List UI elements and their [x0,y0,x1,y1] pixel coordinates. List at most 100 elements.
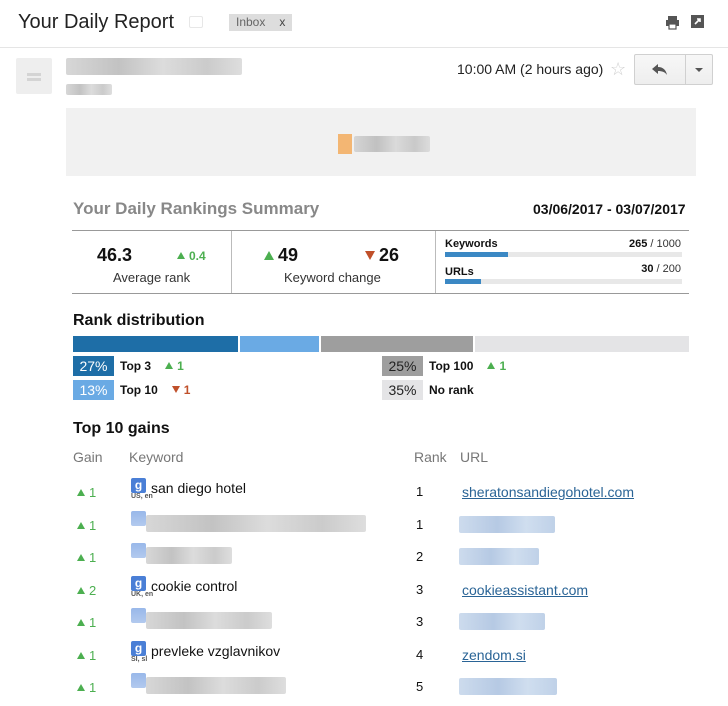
gain-value: 2 [77,583,96,598]
rank-column-header: Rank [414,449,447,465]
distribution-segment-top3 [73,336,238,352]
distribution-item-top3: 27% Top 3 1 [73,356,184,376]
distribution-delta: 1 [165,359,184,373]
inbox-label[interactable]: Inbox x [229,14,293,31]
down-arrow-icon [365,251,375,260]
keyword-up-value: 49 [278,245,299,265]
distribution-label: No rank [429,383,474,397]
distribution-delta: 1 [487,359,506,373]
sender-recipient-redacted [66,84,112,95]
popout-icon[interactable] [690,14,705,29]
keyword-down-count: 26 [365,245,399,266]
chevron-down-icon [695,67,703,72]
remove-label-button[interactable]: x [279,15,285,29]
url-redacted [459,678,557,695]
summary-title: Your Daily Rankings Summary [73,199,320,218]
gain-column-header: Gain [73,449,103,465]
rank-value: 4 [416,646,424,662]
date-range: 03/06/2017 - 03/07/2017 [533,201,686,217]
divider [435,231,436,293]
inbox-label-text: Inbox [236,15,266,29]
keyword-redacted [146,547,232,564]
rank-value: 3 [416,614,424,629]
keyword-up-count: 49 [264,245,298,266]
keywords-quota-fill [445,252,508,257]
brand-name-redacted [354,136,430,152]
distribution-item-no-rank: 35% No rank [382,380,488,400]
distribution-label: Top 3 [120,359,152,373]
rank-value: 1 [416,484,424,499]
keywords-quota-value: 265 / 1000 [629,238,681,250]
url-redacted [459,515,555,533]
gain-value: 1 [77,648,96,663]
keywords-quota-bar [445,252,682,257]
urls-used: 30 [641,263,654,275]
gain-value: 1 [77,615,96,630]
keyword-redacted [146,677,286,694]
distribution-percent: 25% [382,356,423,376]
keywords-total: / 1000 [650,238,681,250]
url-column-header: URL [460,449,489,465]
url-redacted [459,548,539,565]
reply-button[interactable] [634,54,686,85]
url-redacted [459,613,545,630]
sender-avatar [16,58,52,94]
up-arrow-icon [77,521,85,529]
up-arrow-icon [77,619,85,626]
importance-marker[interactable] [189,16,203,28]
google-icon [131,608,146,623]
up-arrow-icon [77,554,85,561]
urls-quota-value: 30 / 200 [641,263,681,275]
keyword-text: cookie control [151,577,238,594]
up-arrow-icon [264,251,274,260]
average-rank-delta-value: 0.4 [189,249,206,263]
distribution-percent: 27% [73,356,114,376]
average-rank-label: Average rank [113,270,191,285]
google-icon: g [131,478,146,493]
urls-total: / 200 [656,263,681,275]
gain-value: 1 [77,550,96,565]
reply-icon [652,63,667,75]
rank-value: 2 [416,549,424,564]
up-arrow-icon [165,362,174,369]
google-icon [131,543,146,558]
up-arrow-icon [77,586,85,594]
keywords-quota-label: Keywords [445,238,498,250]
urls-quota-label: URLs [445,266,474,278]
average-rank-delta: 0.4 [177,249,206,263]
keyword-text: prevleke vzglavnikov [151,642,281,659]
up-arrow-icon [77,489,85,496]
up-arrow-icon [487,362,496,369]
email-timestamp: 10:00 AM (2 hours ago) [457,61,604,77]
email-header: Your Daily Report Inbox x [0,0,728,48]
google-icon: g [131,575,146,591]
keyword-text: san diego hotel [151,480,246,496]
print-icon[interactable] [665,15,680,30]
google-icon: g [131,640,146,656]
distribution-segment-no-rank [475,336,689,352]
sender-name-redacted [66,58,242,75]
brand-logo [338,134,352,154]
google-icon [131,673,146,688]
distribution-label: Top 10 [120,383,158,397]
rank-distribution-title: Rank distribution [73,312,205,329]
up-arrow-icon [77,651,85,659]
google-icon [131,510,146,526]
url-link[interactable]: sheratonsandiegohotel.com [462,484,634,500]
down-arrow-icon [171,386,180,393]
gain-value: 1 [77,680,96,695]
urls-quota-bar [445,279,682,284]
divider [231,231,232,293]
gain-value: 1 [77,485,96,500]
distribution-label: Top 100 [429,359,474,373]
keyword-column-header: Keyword [129,449,184,465]
rank-value: 5 [416,679,424,694]
keyword-change-label: Keyword change [284,270,381,285]
more-actions-button[interactable] [685,54,713,85]
url-link[interactable]: cookieassistant.com [462,582,588,598]
keyword-down-value: 26 [379,245,400,265]
star-icon[interactable]: ☆ [610,59,626,80]
rank-value: 3 [416,581,424,597]
gain-value: 1 [77,518,96,533]
url-link[interactable]: zendom.si [462,647,526,663]
